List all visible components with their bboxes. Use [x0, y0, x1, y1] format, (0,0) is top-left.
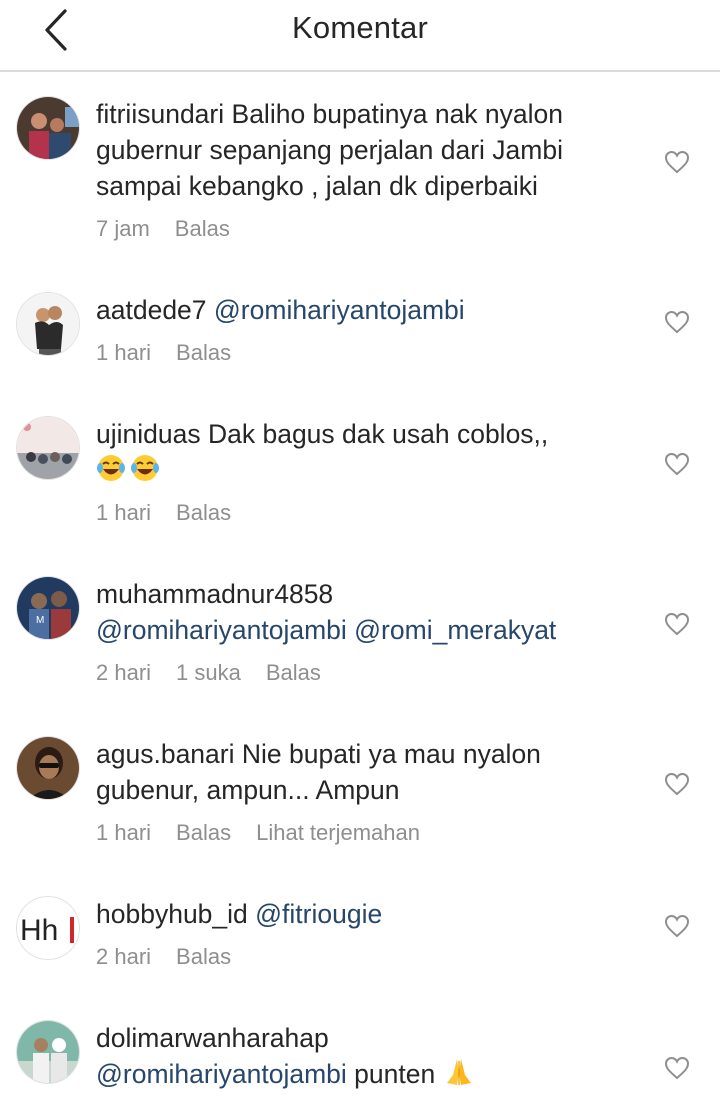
- comment-body: Dak bagus dak usah coblos,,: [207, 419, 549, 449]
- reply-button[interactable]: Balas: [176, 944, 231, 970]
- comment-text: fitriisundari Baliho bupatinya nak nyalo…: [96, 96, 641, 204]
- comment-username[interactable]: aatdede7: [96, 295, 207, 325]
- comment-meta: 1 hari Balas: [96, 340, 256, 366]
- comment-meta: 2 hari Balas: [96, 944, 256, 970]
- comment-text: dolimarwanharahap @romihariyantojambi pu…: [96, 1020, 641, 1096]
- like-count[interactable]: 1 suka: [176, 660, 241, 686]
- mention-link[interactable]: @fitriougie: [255, 899, 382, 929]
- comment-username[interactable]: fitriisundari: [96, 99, 224, 129]
- folded-hands-emoji-icon: [443, 1057, 475, 1096]
- reply-button[interactable]: Balas: [176, 820, 231, 846]
- avatar[interactable]: [16, 292, 80, 356]
- comment-username[interactable]: hobbyhub_id: [96, 899, 248, 929]
- heart-icon[interactable]: [664, 150, 690, 174]
- reply-button[interactable]: Balas: [266, 660, 321, 686]
- avatar[interactable]: [16, 736, 80, 800]
- avatar[interactable]: [16, 1020, 80, 1084]
- heart-icon[interactable]: [664, 1056, 690, 1080]
- heart-icon[interactable]: [664, 772, 690, 796]
- heart-icon[interactable]: [664, 310, 690, 334]
- comment-meta: 1 hari Balas Lihat terjemahan: [96, 820, 445, 846]
- comment-text: hobbyhub_id @fitriougie: [96, 896, 641, 932]
- avatar-initials: Hh: [20, 914, 58, 947]
- page-title: Komentar: [292, 10, 428, 45]
- comment-body: punten: [354, 1059, 436, 1089]
- comment-time: 1 hari: [96, 820, 152, 845]
- heart-icon[interactable]: [664, 452, 690, 476]
- comment-meta: 2 hari 1 suka Balas: [96, 660, 346, 686]
- comment-username[interactable]: agus.banari: [96, 739, 235, 769]
- mention-link[interactable]: @romihariyantojambi: [96, 615, 347, 645]
- comment-meta: 1 hari Balas: [96, 500, 256, 526]
- mention-link[interactable]: @romihariyantojambi: [96, 1059, 347, 1089]
- see-translation-button[interactable]: Lihat terjemahan: [256, 820, 420, 846]
- comment-meta: 7 jam Balas: [96, 216, 255, 242]
- comment-username[interactable]: dolimarwanharahap: [96, 1023, 329, 1053]
- comment-time: 2 hari: [96, 660, 152, 685]
- avatar[interactable]: Hh: [16, 896, 80, 960]
- avatar[interactable]: [16, 416, 80, 480]
- comment-text: agus.banari Nie bupati ya mau nyalon gub…: [96, 736, 641, 808]
- avatar[interactable]: [16, 96, 80, 160]
- comment-time: 1 hari: [96, 500, 152, 525]
- comment-username[interactable]: ujiniduas: [96, 419, 201, 449]
- svg-text:M: M: [36, 615, 44, 626]
- comment-text: muhammadnur4858 @romihariyantojambi @rom…: [96, 576, 641, 648]
- comment-time: 7 jam: [96, 216, 150, 241]
- avatar[interactable]: M: [16, 576, 80, 640]
- reply-button[interactable]: Balas: [176, 340, 231, 366]
- mention-link[interactable]: @romihariyantojambi: [214, 295, 465, 325]
- comment-text: aatdede7 @romihariyantojambi: [96, 292, 641, 328]
- laughing-emoji-icon: [96, 453, 162, 492]
- mention-link[interactable]: @romi_merakyat: [354, 615, 556, 645]
- comment-time: 1 hari: [96, 340, 152, 365]
- reply-button[interactable]: Balas: [176, 500, 231, 526]
- heart-icon[interactable]: [664, 914, 690, 938]
- top-bar: Komentar: [0, 0, 720, 72]
- comment-username[interactable]: muhammadnur4858: [96, 579, 333, 609]
- comment-time: 2 hari: [96, 944, 152, 969]
- reply-button[interactable]: Balas: [175, 216, 230, 242]
- heart-icon[interactable]: [664, 612, 690, 636]
- comment-text: ujiniduas Dak bagus dak usah coblos,,: [96, 416, 641, 492]
